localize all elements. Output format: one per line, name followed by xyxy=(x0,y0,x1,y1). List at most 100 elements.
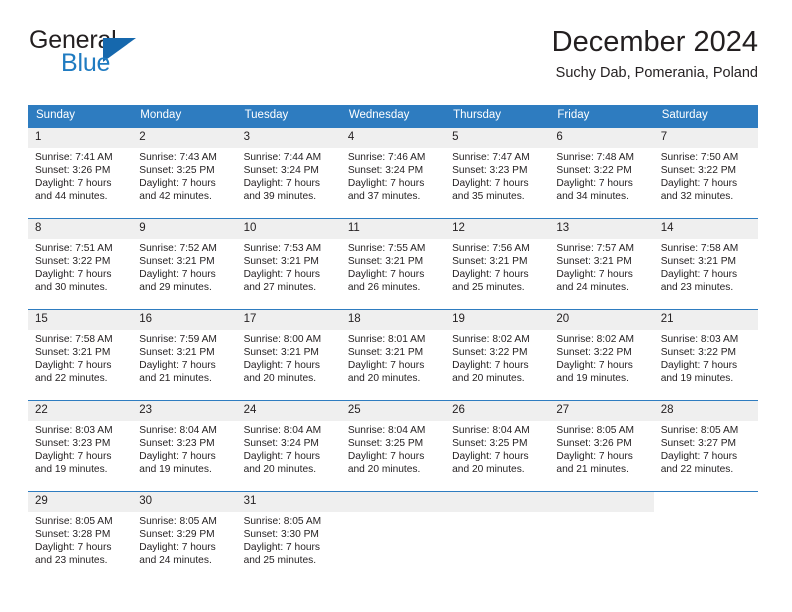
day-cell[interactable]: 18 Sunrise: 8:01 AM Sunset: 3:21 PM Dayl… xyxy=(340,308,446,401)
daylight-text-line2: and 20 minutes. xyxy=(452,373,525,385)
location-subtitle: Suchy Dab, Pomerania, Poland xyxy=(555,65,758,82)
sunrise-text: Sunrise: 7:50 AM xyxy=(660,151,739,163)
day-cell[interactable]: 8 Sunrise: 7:51 AM Sunset: 3:22 PM Dayli… xyxy=(28,217,133,310)
daylight-text-line2: and 21 minutes. xyxy=(556,464,629,476)
daylight-text-line2: and 19 minutes. xyxy=(139,464,212,476)
daylight-text-line2: and 22 minutes. xyxy=(35,373,108,385)
daylight-text-line1: Daylight: 7 hours xyxy=(243,269,321,281)
day-details: Sunrise: 7:52 AM Sunset: 3:21 PM Dayligh… xyxy=(132,239,236,295)
day-cell[interactable]: 23 Sunrise: 8:04 AM Sunset: 3:23 PM Dayl… xyxy=(132,399,237,492)
sunrise-text: Sunrise: 8:04 AM xyxy=(347,424,426,436)
day-cell[interactable]: 7 Sunrise: 7:50 AM Sunset: 3:22 PM Dayli… xyxy=(653,126,758,219)
calendar-week-row: 8 Sunrise: 7:51 AM Sunset: 3:22 PM Dayli… xyxy=(28,217,758,310)
day-number: 1 xyxy=(28,127,133,148)
day-cell[interactable]: 26 Sunrise: 8:04 AM Sunset: 3:25 PM Dayl… xyxy=(445,399,550,492)
day-cell[interactable]: 27 Sunrise: 8:05 AM Sunset: 3:26 PM Dayl… xyxy=(549,399,654,492)
day-details: Sunrise: 7:46 AM Sunset: 3:24 PM Dayligh… xyxy=(341,148,445,204)
day-cell[interactable]: 29 Sunrise: 8:05 AM Sunset: 3:28 PM Dayl… xyxy=(28,490,133,582)
sunrise-text: Sunrise: 8:04 AM xyxy=(139,424,217,436)
general-blue-logo[interactable]: General Blue xyxy=(28,26,208,84)
daylight-text-line2: and 19 minutes. xyxy=(660,373,734,385)
title-block: December 2024 Suchy Dab, Pomerania, Pola… xyxy=(552,26,758,83)
day-cell[interactable]: 31 Sunrise: 8:05 AM Sunset: 3:30 PM Dayl… xyxy=(236,490,341,582)
sunrise-text: Sunrise: 7:58 AM xyxy=(35,333,113,345)
sunset-text: Sunset: 3:23 PM xyxy=(35,438,111,450)
daylight-text-line1: Daylight: 7 hours xyxy=(556,360,633,372)
daylight-text-line1: Daylight: 7 hours xyxy=(347,360,425,372)
sunset-text: Sunset: 3:21 PM xyxy=(347,256,424,268)
sunrise-text: Sunrise: 8:04 AM xyxy=(243,424,322,436)
day-cell[interactable]: 2 Sunrise: 7:43 AM Sunset: 3:25 PM Dayli… xyxy=(132,126,237,219)
daylight-text-line2: and 20 minutes. xyxy=(347,373,421,385)
day-cell[interactable]: 10 Sunrise: 7:53 AM Sunset: 3:21 PM Dayl… xyxy=(236,217,341,310)
sunrise-text: Sunrise: 7:58 AM xyxy=(660,242,739,254)
day-details: Sunrise: 7:57 AM Sunset: 3:21 PM Dayligh… xyxy=(549,239,653,295)
daylight-text-line1: Daylight: 7 hours xyxy=(452,451,529,463)
day-cell[interactable]: 19 Sunrise: 8:02 AM Sunset: 3:22 PM Dayl… xyxy=(445,308,550,401)
day-cell-empty xyxy=(445,490,550,582)
day-number xyxy=(340,491,446,512)
day-cell[interactable]: 5 Sunrise: 7:47 AM Sunset: 3:23 PM Dayli… xyxy=(445,126,550,219)
day-cell[interactable]: 24 Sunrise: 8:04 AM Sunset: 3:24 PM Dayl… xyxy=(236,399,341,492)
daylight-text-line2: and 20 minutes. xyxy=(452,464,525,476)
day-cell[interactable]: 28 Sunrise: 8:05 AM Sunset: 3:27 PM Dayl… xyxy=(653,399,758,492)
day-cell[interactable]: 14 Sunrise: 7:58 AM Sunset: 3:21 PM Dayl… xyxy=(653,217,758,310)
day-cell[interactable]: 3 Sunrise: 7:44 AM Sunset: 3:24 PM Dayli… xyxy=(236,126,341,219)
day-details: Sunrise: 7:58 AM Sunset: 3:21 PM Dayligh… xyxy=(28,330,132,386)
day-cell[interactable]: 13 Sunrise: 7:57 AM Sunset: 3:21 PM Dayl… xyxy=(549,217,654,310)
day-cell[interactable]: 30 Sunrise: 8:05 AM Sunset: 3:29 PM Dayl… xyxy=(132,490,237,582)
day-number xyxy=(549,491,654,512)
day-cell[interactable]: 6 Sunrise: 7:48 AM Sunset: 3:22 PM Dayli… xyxy=(549,126,654,219)
day-details: Sunrise: 8:05 AM Sunset: 3:30 PM Dayligh… xyxy=(237,512,341,568)
day-number: 16 xyxy=(132,309,237,330)
sunset-text: Sunset: 3:27 PM xyxy=(660,438,737,450)
day-cell[interactable]: 16 Sunrise: 7:59 AM Sunset: 3:21 PM Dayl… xyxy=(132,308,237,401)
day-number: 15 xyxy=(28,309,133,330)
day-details: Sunrise: 7:58 AM Sunset: 3:21 PM Dayligh… xyxy=(654,239,758,295)
daylight-text-line1: Daylight: 7 hours xyxy=(35,542,112,554)
sunrise-text: Sunrise: 8:00 AM xyxy=(243,333,322,345)
day-cell[interactable]: 12 Sunrise: 7:56 AM Sunset: 3:21 PM Dayl… xyxy=(445,217,550,310)
day-number: 4 xyxy=(340,127,446,148)
daylight-text-line2: and 24 minutes. xyxy=(139,555,212,567)
daylight-text-line2: and 42 minutes. xyxy=(139,191,212,203)
sunrise-text: Sunrise: 7:52 AM xyxy=(139,242,217,254)
daylight-text-line1: Daylight: 7 hours xyxy=(139,542,216,554)
daylight-text-line2: and 25 minutes. xyxy=(452,282,525,294)
sunrise-text: Sunrise: 7:51 AM xyxy=(35,242,113,254)
day-cell[interactable]: 20 Sunrise: 8:02 AM Sunset: 3:22 PM Dayl… xyxy=(549,308,654,401)
sunrise-text: Sunrise: 7:44 AM xyxy=(243,151,322,163)
day-cell[interactable]: 25 Sunrise: 8:04 AM Sunset: 3:25 PM Dayl… xyxy=(340,399,446,492)
day-cell[interactable]: 1 Sunrise: 7:41 AM Sunset: 3:26 PM Dayli… xyxy=(28,126,133,219)
sunset-text: Sunset: 3:29 PM xyxy=(139,529,215,541)
day-number: 2 xyxy=(132,127,237,148)
day-number: 24 xyxy=(236,400,341,421)
day-details: Sunrise: 8:00 AM Sunset: 3:21 PM Dayligh… xyxy=(237,330,341,386)
day-details: Sunrise: 7:50 AM Sunset: 3:22 PM Dayligh… xyxy=(654,148,758,204)
day-cell[interactable]: 9 Sunrise: 7:52 AM Sunset: 3:21 PM Dayli… xyxy=(132,217,237,310)
sunset-text: Sunset: 3:23 PM xyxy=(139,438,215,450)
day-details: Sunrise: 7:41 AM Sunset: 3:26 PM Dayligh… xyxy=(28,148,132,204)
day-cell[interactable]: 15 Sunrise: 7:58 AM Sunset: 3:21 PM Dayl… xyxy=(28,308,133,401)
day-number: 11 xyxy=(340,218,446,239)
day-cell[interactable]: 11 Sunrise: 7:55 AM Sunset: 3:21 PM Dayl… xyxy=(340,217,446,310)
sunset-text: Sunset: 3:26 PM xyxy=(35,165,111,177)
calendar-week-row: 15 Sunrise: 7:58 AM Sunset: 3:21 PM Dayl… xyxy=(28,308,758,401)
sunrise-text: Sunrise: 7:47 AM xyxy=(452,151,530,163)
daylight-text-line1: Daylight: 7 hours xyxy=(139,360,216,372)
daylight-text-line1: Daylight: 7 hours xyxy=(556,451,633,463)
day-cell[interactable]: 22 Sunrise: 8:03 AM Sunset: 3:23 PM Dayl… xyxy=(28,399,133,492)
day-cell[interactable]: 4 Sunrise: 7:46 AM Sunset: 3:24 PM Dayli… xyxy=(340,126,446,219)
day-details: Sunrise: 7:51 AM Sunset: 3:22 PM Dayligh… xyxy=(28,239,132,295)
day-cell-empty xyxy=(653,490,758,582)
daylight-text-line2: and 19 minutes. xyxy=(35,464,108,476)
day-cell[interactable]: 21 Sunrise: 8:03 AM Sunset: 3:22 PM Dayl… xyxy=(653,308,758,401)
daylight-text-line1: Daylight: 7 hours xyxy=(660,178,738,190)
daylight-text-line1: Daylight: 7 hours xyxy=(347,451,425,463)
day-cell[interactable]: 17 Sunrise: 8:00 AM Sunset: 3:21 PM Dayl… xyxy=(236,308,341,401)
sunset-text: Sunset: 3:21 PM xyxy=(556,256,632,268)
sunset-text: Sunset: 3:21 PM xyxy=(139,347,215,359)
day-details: Sunrise: 8:05 AM Sunset: 3:28 PM Dayligh… xyxy=(28,512,132,568)
daylight-text-line1: Daylight: 7 hours xyxy=(139,178,216,190)
sunrise-text: Sunrise: 8:01 AM xyxy=(347,333,426,345)
